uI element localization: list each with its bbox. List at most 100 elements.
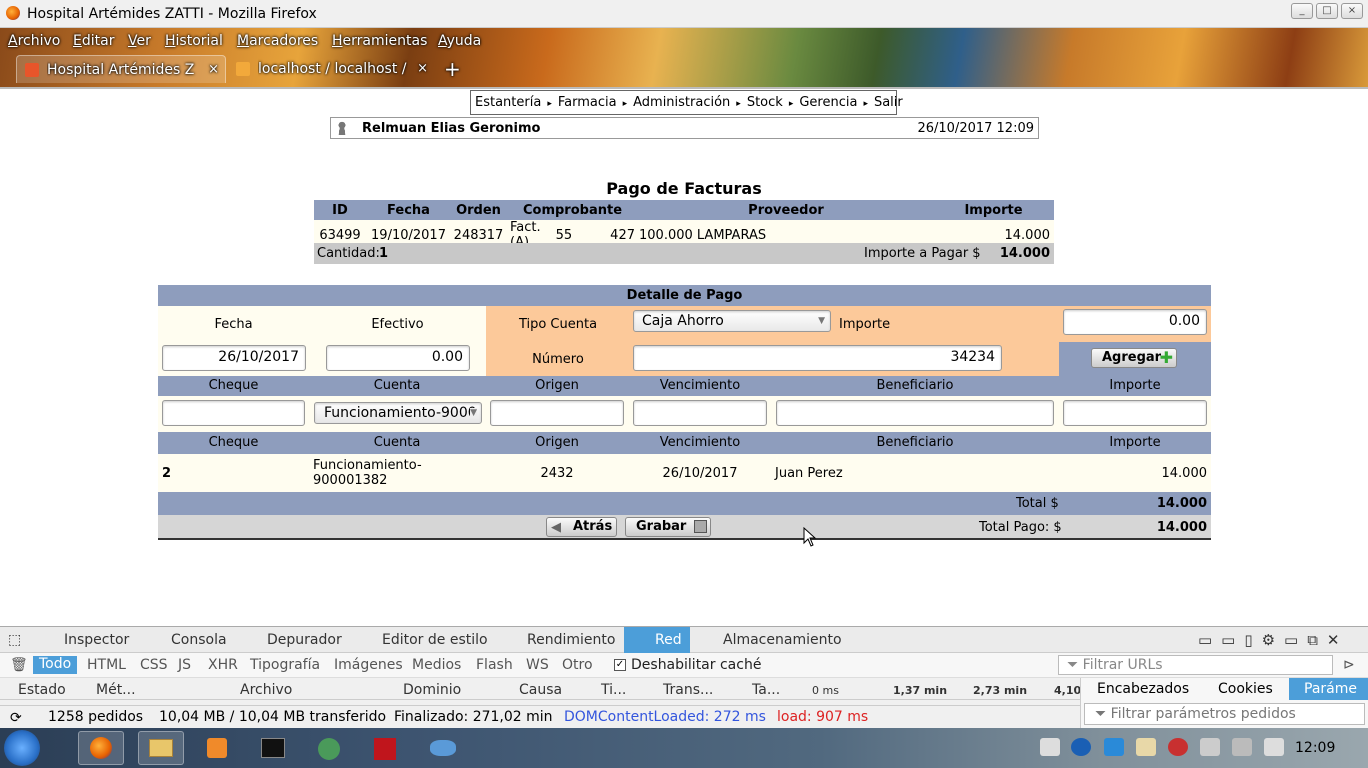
cheque-importe-input[interactable] (1063, 400, 1207, 426)
clock[interactable]: 12:09 (1295, 740, 1335, 756)
maximize-button[interactable]: □ (1316, 3, 1338, 19)
taskbar-atom[interactable] (306, 731, 352, 765)
filter-js[interactable]: JS (178, 657, 191, 673)
filter-flash[interactable]: Flash (476, 657, 513, 673)
taskbar-firefox[interactable] (78, 731, 124, 765)
side-tab-encabezados[interactable]: Encabezados (1097, 681, 1189, 697)
filter-medios[interactable]: Medios (412, 657, 461, 673)
menu-editar[interactable]: Editar (73, 33, 114, 49)
numero-input[interactable]: 34234 (633, 345, 1002, 371)
menu-herramientas[interactable]: Herramientas (332, 33, 427, 49)
table-header-row: ID Fecha Orden Comprobante Proveedor Imp… (314, 200, 1054, 220)
minimize-button[interactable]: _ (1291, 3, 1313, 19)
total-pago-value: 14.000 (1156, 520, 1207, 535)
col-tipo[interactable]: Ti... (601, 682, 626, 698)
tray-mic-icon[interactable] (1168, 738, 1188, 756)
disable-cache-checkbox[interactable]: ✓ (614, 659, 626, 671)
agregar-button[interactable]: Agregar ✚ (1091, 348, 1177, 368)
tray-app-icon[interactable] (1104, 738, 1124, 756)
trash-icon[interactable]: 🗑 (10, 657, 28, 673)
tool-red[interactable]: Red (624, 627, 690, 653)
nav-administracion[interactable]: Administración (633, 95, 730, 110)
tray-device-icon[interactable] (1040, 738, 1060, 756)
network-columns-header: Estado Mét... Archivo Dominio Causa Ti..… (0, 678, 1080, 700)
col-transferido[interactable]: Trans... (663, 682, 713, 698)
side-tab-parametros[interactable]: Paráme (1289, 678, 1368, 700)
network-icon[interactable] (1200, 738, 1220, 756)
total-label: Total $ (1016, 496, 1059, 511)
side-tab-cookies[interactable]: Cookies (1218, 681, 1273, 697)
filter-tipografia[interactable]: Tipografía (250, 657, 320, 673)
efectivo-input[interactable]: 0.00 (326, 345, 470, 371)
filter-xhr[interactable]: XHR (208, 657, 238, 673)
tipo-cuenta-select[interactable]: Caja Ahorro ▼ (633, 310, 831, 332)
taskbar-media[interactable] (194, 731, 240, 765)
filter-html[interactable]: HTML (87, 657, 126, 673)
nav-farmacia[interactable]: Farmacia (558, 95, 617, 110)
grabar-button[interactable]: Grabar (625, 517, 711, 537)
toggle-sidebar-icon[interactable]: ⊳ (1343, 657, 1355, 673)
menu-archivo[interactable]: Archivo (8, 33, 60, 49)
filter-imagenes[interactable]: Imágenes (334, 657, 403, 673)
taskbar-explorer[interactable] (138, 731, 184, 765)
pick-element-icon[interactable]: ⬚ (8, 627, 34, 653)
nav-salir[interactable]: Salir (874, 95, 903, 110)
hp-icon[interactable] (1071, 738, 1091, 756)
tool-rendimiento[interactable]: Rendimiento (506, 627, 615, 653)
col-causa[interactable]: Causa (519, 682, 562, 698)
tool-almacenamiento[interactable]: Almacenamiento (702, 627, 842, 653)
menu-ver[interactable]: Ver (128, 33, 151, 49)
col-archivo[interactable]: Archivo (240, 682, 292, 698)
importe-pagar-value: 14.000 (999, 246, 1050, 261)
tab-close-icon[interactable]: × (208, 56, 219, 84)
menu-historial[interactable]: Historial (165, 33, 223, 49)
vencimiento-input[interactable] (633, 400, 767, 426)
col-cuenta: Cuenta (373, 378, 421, 393)
taskbar-wireshark[interactable] (420, 731, 466, 765)
start-button[interactable] (4, 730, 40, 766)
menu-marcadores[interactable]: Marcadores (237, 33, 318, 49)
fecha-input[interactable]: 26/10/2017 (162, 345, 306, 371)
tab-hospital[interactable]: Hospital Artémides Z × (16, 55, 226, 83)
col-tamano[interactable]: Ta... (752, 682, 780, 698)
filter-otro[interactable]: Otro (562, 657, 593, 673)
menu-ayuda[interactable]: Ayuda (438, 33, 481, 49)
nav-estanteria[interactable]: Estantería (475, 95, 541, 110)
nav-stock[interactable]: Stock (747, 95, 783, 110)
tipo-cuenta-value: Caja Ahorro (642, 313, 724, 329)
col-metodo[interactable]: Mét... (96, 682, 136, 698)
tool-editor-estilo[interactable]: Editor de estilo (360, 627, 488, 653)
filter-css[interactable]: CSS (140, 657, 168, 673)
tab-localhost[interactable]: localhost / localhost / × (228, 55, 434, 83)
tab-close-icon[interactable]: × (417, 55, 428, 83)
tool-depurador[interactable]: Depurador (246, 627, 342, 653)
close-window-button[interactable]: × (1341, 3, 1363, 19)
origen-input[interactable] (490, 400, 624, 426)
importe-pagar-label: Importe a Pagar $ (864, 246, 981, 261)
filter-params-input[interactable]: ⏷ Filtrar parámetros pedidos (1084, 703, 1365, 725)
col-dominio[interactable]: Dominio (403, 682, 461, 698)
atras-button[interactable]: ◀ Atrás (546, 517, 617, 537)
tray-notes-icon[interactable] (1136, 738, 1156, 756)
tool-consola[interactable]: Consola (150, 627, 227, 653)
filter-todo[interactable]: Todo (33, 656, 78, 674)
col-estado[interactable]: Estado (18, 682, 66, 698)
flag-icon[interactable] (1264, 738, 1284, 756)
new-tab-button[interactable]: + (444, 55, 464, 83)
devtools-options-icons[interactable]: ▭▭▯⚙▭⧉✕ (1198, 627, 1349, 653)
cheque-input[interactable] (162, 400, 305, 426)
volume-icon[interactable] (1232, 738, 1252, 756)
filter-ws[interactable]: WS (526, 657, 549, 673)
taskbar-acrobat[interactable] (362, 731, 408, 765)
cuenta-select-value: Funcionamiento-9000 (324, 405, 477, 421)
reload-icon[interactable]: ⟳ (10, 707, 22, 729)
tool-inspector[interactable]: Inspector (44, 627, 129, 653)
beneficiario-input[interactable] (776, 400, 1054, 426)
user-bar: Relmuan Elias Geronimo 26/10/2017 12:09 (330, 117, 1039, 139)
filter-urls-input[interactable]: ⏷ Filtrar URLs (1058, 655, 1333, 675)
nav-gerencia[interactable]: Gerencia (799, 95, 857, 110)
table-row[interactable]: 2 Funcionamiento- 900001382 2432 26/10/2… (158, 454, 1211, 492)
cuenta-select[interactable]: Funcionamiento-9000 ▼ (314, 402, 482, 424)
importe-input[interactable]: 0.00 (1063, 309, 1207, 335)
taskbar-terminal[interactable] (250, 731, 296, 765)
